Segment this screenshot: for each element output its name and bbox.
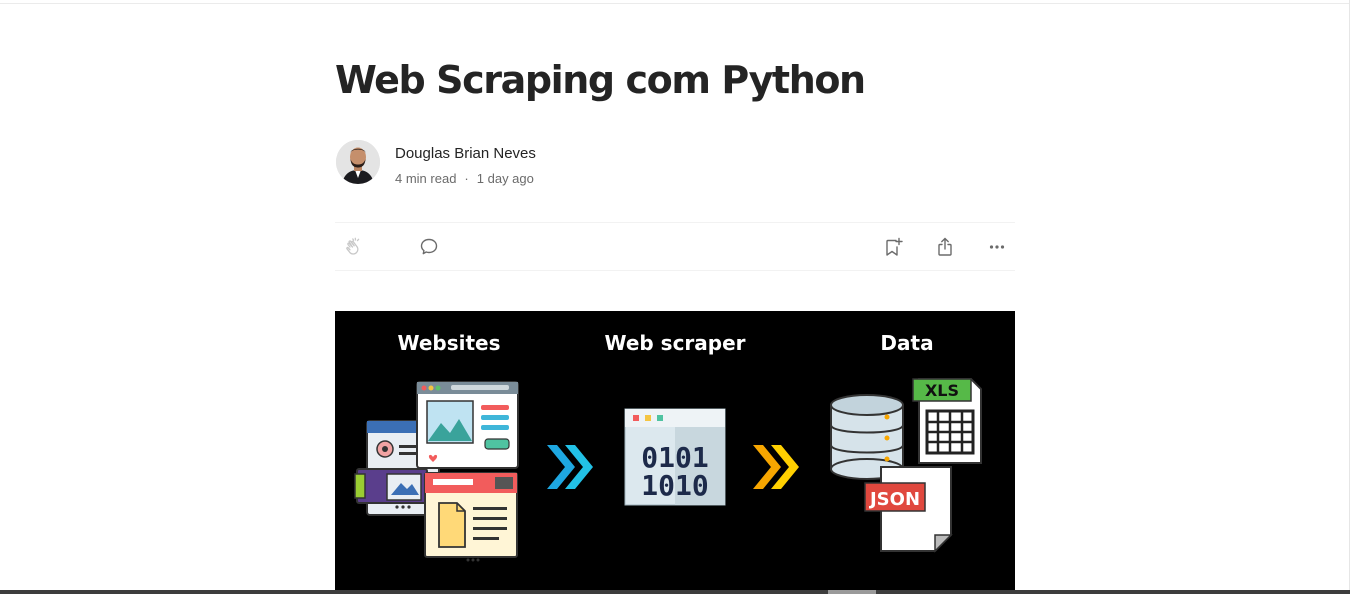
hero-image: Websites Web scraper Data 0101 1010 XLS …: [335, 311, 1015, 594]
bookmark-add-icon[interactable]: [881, 235, 905, 259]
arrow-to-data: [753, 445, 799, 489]
arrow-to-scraper: [547, 445, 593, 489]
comment-icon[interactable]: [417, 235, 441, 259]
author-name[interactable]: Douglas Brian Neves: [395, 145, 536, 162]
horizontal-scrollbar[interactable]: [0, 590, 1350, 594]
read-time: 4 min read: [395, 171, 457, 186]
publish-date: 1 day ago: [476, 171, 534, 186]
top-divider: [0, 3, 1350, 4]
share-icon[interactable]: [933, 235, 957, 259]
websites-illustration: [354, 381, 519, 562]
article-meta: 4 min read · 1 day ago: [395, 171, 534, 186]
hero-label-web-scraper: Web scraper: [604, 331, 746, 355]
xls-badge: XLS: [925, 381, 959, 400]
data-illustration: XLS JSON: [830, 378, 982, 553]
action-bar: [335, 222, 1015, 271]
scrollbar-thumb[interactable]: [828, 590, 876, 594]
hero-label-data: Data: [880, 331, 934, 355]
article-title: Web Scraping com Python: [335, 58, 866, 102]
hero-label-websites: Websites: [397, 331, 501, 355]
clap-icon[interactable]: [343, 235, 367, 259]
binary-line-2: 1010: [641, 469, 708, 502]
web-scraper-illustration: 0101 1010: [624, 408, 726, 506]
avatar-photo: [336, 140, 380, 184]
more-icon[interactable]: [985, 235, 1009, 259]
meta-separator: ·: [464, 171, 469, 186]
json-badge: JSON: [868, 489, 920, 510]
author-avatar[interactable]: [336, 140, 380, 184]
